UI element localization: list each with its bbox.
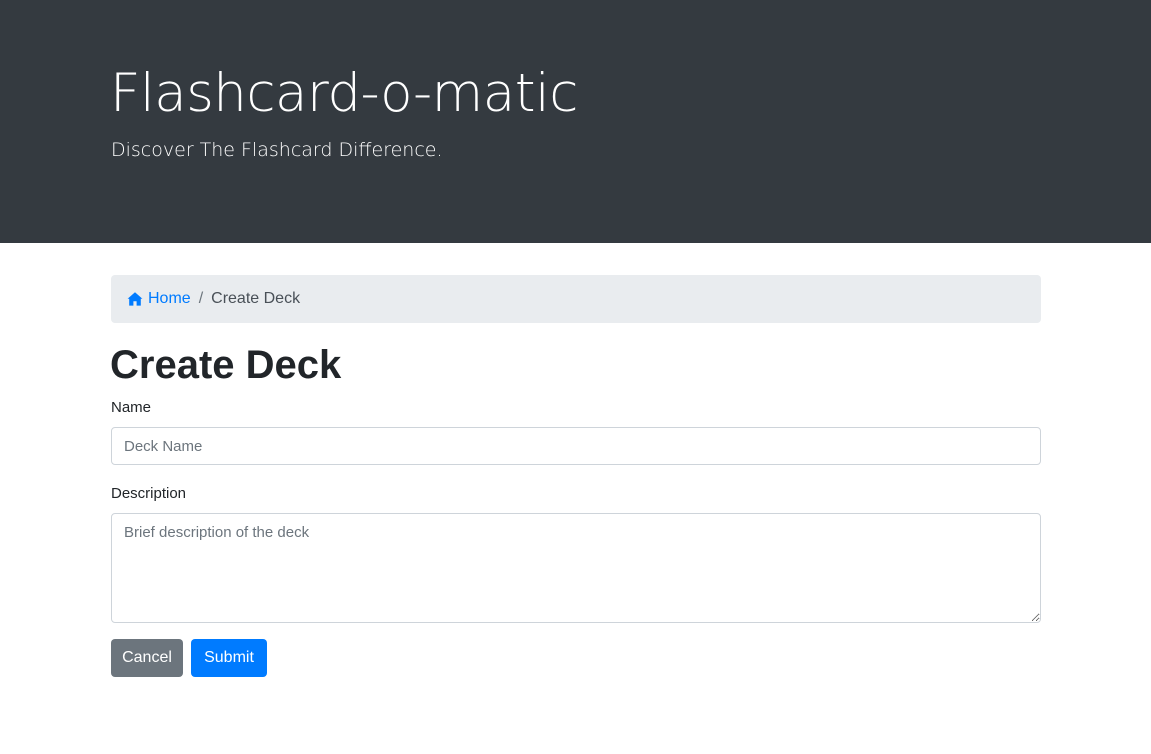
cancel-button[interactable]: Cancel	[111, 639, 183, 677]
breadcrumb-home-label: Home	[148, 290, 191, 307]
submit-button[interactable]: Submit	[191, 639, 267, 677]
app-subtitle: Discover The Flashcard Difference.	[111, 139, 443, 161]
page-title: Create Deck	[110, 343, 342, 387]
breadcrumb-home-link[interactable]: Home	[127, 290, 191, 308]
breadcrumb-separator: /	[198, 290, 204, 307]
breadcrumb-current: Create Deck	[211, 290, 301, 307]
breadcrumb: Home / Create Deck	[111, 275, 1041, 323]
deck-description-textarea[interactable]	[111, 513, 1041, 623]
name-label: Name	[111, 399, 152, 416]
house-icon	[127, 292, 143, 306]
deck-name-input[interactable]	[111, 427, 1041, 465]
jumbotron-header: Flashcard-o-matic Discover The Flashcard…	[0, 0, 1151, 243]
description-label: Description	[111, 485, 187, 502]
app-title: Flashcard-o-matic	[110, 63, 578, 124]
